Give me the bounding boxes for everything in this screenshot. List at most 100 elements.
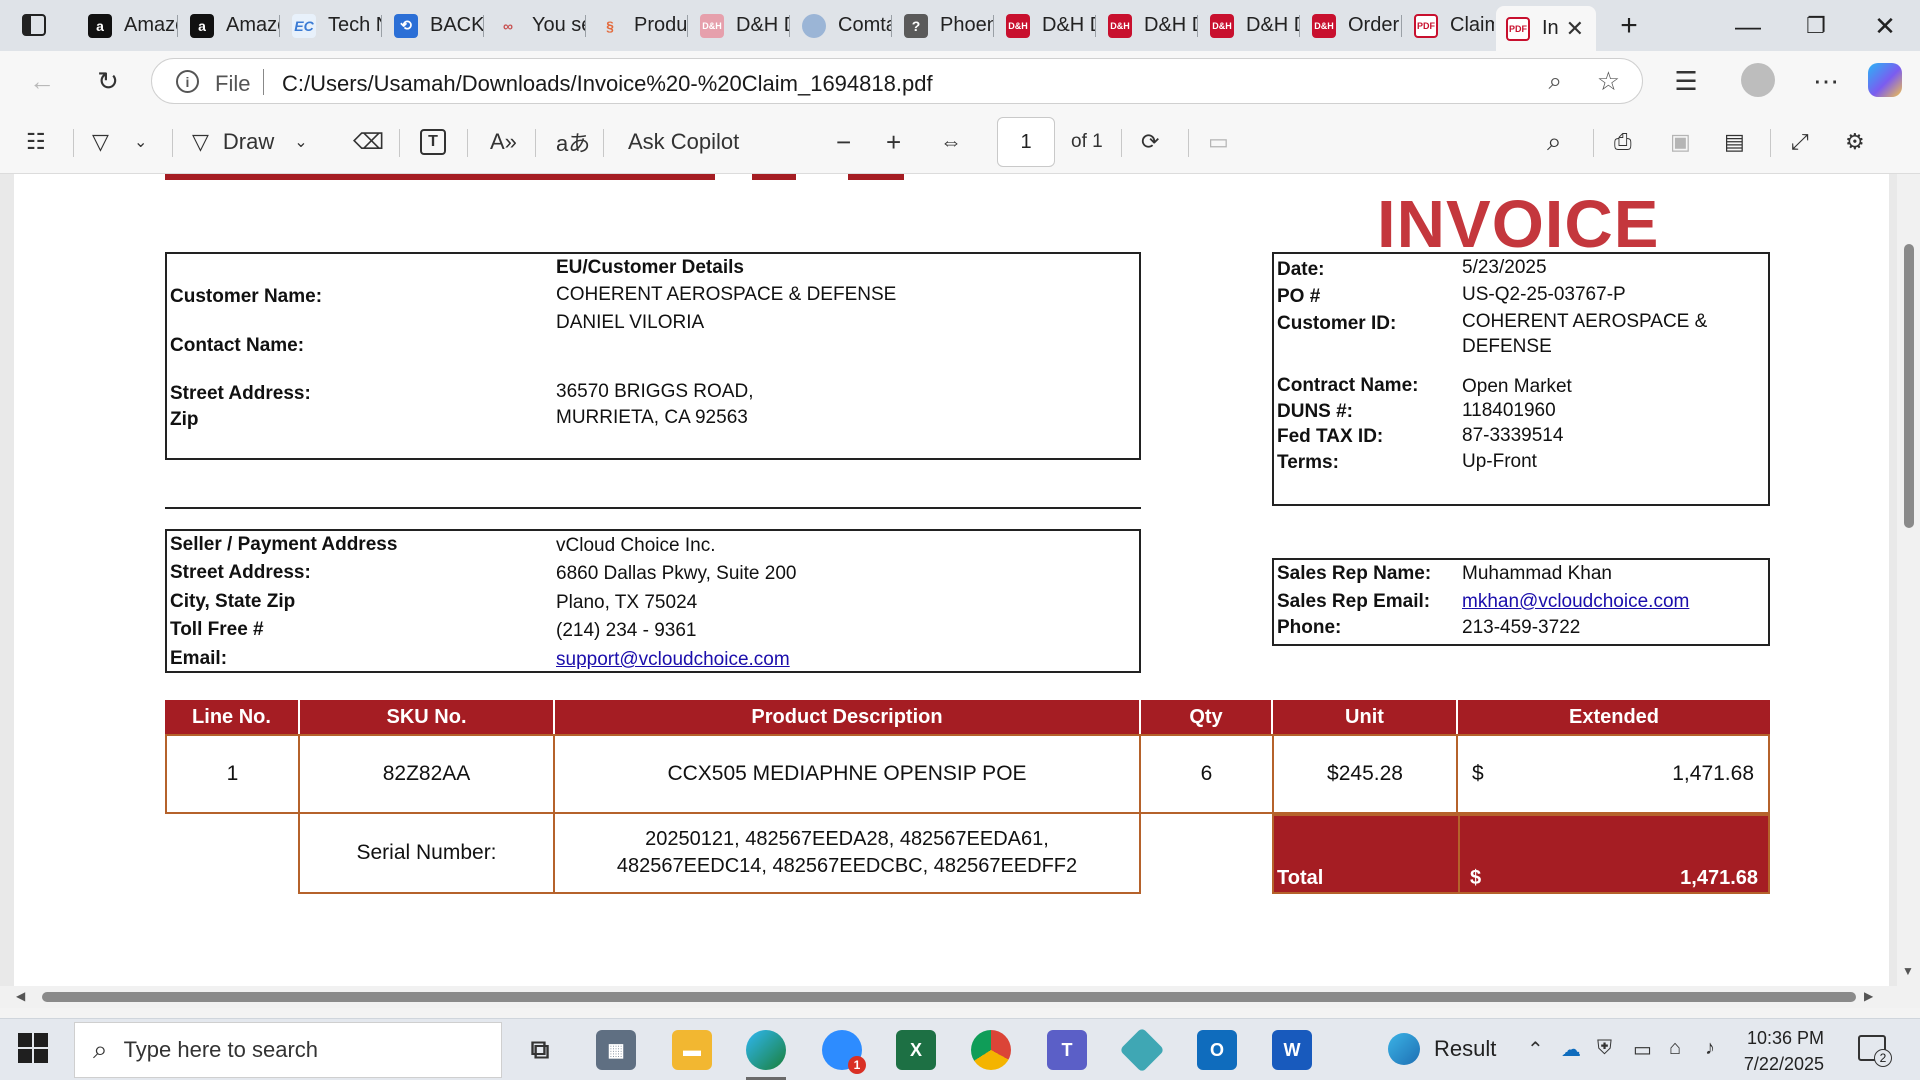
scroll-left-arrow[interactable]: ◀ [16, 989, 25, 1003]
restore-button[interactable]: ❐ [1787, 6, 1845, 46]
phoenix-icon: ? [904, 13, 928, 38]
copilot-icon[interactable] [1868, 63, 1902, 97]
network-icon[interactable]: ⌂ [1669, 1037, 1681, 1060]
back-button[interactable]: ← [22, 61, 62, 101]
total-currency: $ [1470, 867, 1482, 889]
fullscreen-icon[interactable]: ⤢ [1791, 125, 1809, 159]
tab-tech[interactable]: ECTech N [282, 6, 382, 45]
tab-order[interactable]: D&H Order [1302, 6, 1402, 45]
horizontal-scrollbar[interactable]: ◀ ▶ [0, 986, 1897, 1008]
tab-amazon-1[interactable]: aAmazo [78, 6, 178, 45]
tab-dh-1[interactable]: D&HD&H D [690, 6, 790, 45]
teams-icon[interactable]: T [1047, 1030, 1087, 1070]
highlight-icon[interactable]: ▽ [92, 125, 109, 159]
tab-amazon-2[interactable]: aAmazo [180, 6, 280, 45]
read-aloud-icon[interactable]: A» [490, 125, 517, 159]
fit-width-icon[interactable]: ⇔ [940, 125, 962, 159]
horizontal-scroll-thumb[interactable] [42, 992, 1856, 1002]
sales-rep-email-link[interactable]: mkhan@vcloudchoice.com [1462, 591, 1689, 613]
more-menu-icon[interactable]: ⋯ [1806, 61, 1846, 101]
people-icon: ∞ [503, 17, 513, 34]
tab-claim[interactable]: PDF Claim [1404, 6, 1494, 45]
save-as-icon[interactable]: ▤ [1724, 125, 1745, 159]
close-window-button[interactable]: ✕ [1856, 6, 1914, 46]
vertical-scroll-thumb[interactable] [1904, 244, 1914, 528]
task-view-icon[interactable]: ⧉ [520, 1030, 560, 1070]
cell-qty: 6 [1139, 734, 1274, 814]
url-scheme: File [215, 71, 251, 96]
windows-start-icon[interactable] [18, 1033, 50, 1065]
refresh-button[interactable]: ↻ [88, 61, 128, 101]
pdf-page: INVOICE EU/Customer Details Customer Nam… [14, 174, 1889, 986]
city-state-zip: MURRIETA, CA 92563 [556, 407, 748, 428]
onedrive-icon[interactable]: ☁ [1561, 1037, 1581, 1062]
excel-icon[interactable]: X [896, 1030, 936, 1070]
zoom-out-button[interactable]: − [836, 125, 851, 159]
sales-rep-box: Sales Rep Name: Muhammad Khan Sales Rep … [1272, 558, 1770, 646]
weather-widget[interactable]: Result [1388, 1033, 1496, 1065]
tab-you-se[interactable]: ∞You se [486, 6, 586, 45]
chrome-icon[interactable] [971, 1030, 1011, 1070]
ask-copilot-button[interactable]: Ask Copilot [628, 125, 739, 159]
app-diamond-icon[interactable] [1119, 1027, 1165, 1073]
print-icon[interactable]: ⎙ [1614, 125, 1632, 159]
scroll-right-arrow[interactable]: ▶ [1864, 989, 1873, 1003]
duns-label: DUNS #: [1277, 401, 1354, 422]
minimize-button[interactable]: — [1719, 6, 1777, 46]
show-hidden-icons[interactable]: ⌃ [1527, 1037, 1544, 1062]
battery-icon[interactable]: ▭ [1633, 1037, 1652, 1062]
volume-icon[interactable]: ♪ [1705, 1037, 1715, 1060]
text-box-icon[interactable]: T [420, 129, 446, 155]
vertical-scrollbar[interactable]: ▲ ▼ [1897, 174, 1920, 1008]
eraser-icon[interactable]: ⌫ [353, 125, 384, 159]
tab-comta[interactable]: Comta [792, 6, 892, 45]
tab-produ[interactable]: § Produ [588, 6, 688, 45]
url-text[interactable]: C:/Users/Usamah/Downloads/Invoice%20-%20… [282, 71, 933, 97]
tab-dh-3[interactable]: D&HD&H D [1098, 6, 1198, 45]
save-icon[interactable]: ▣ [1670, 125, 1691, 159]
file-explorer-icon[interactable]: ▬ [672, 1030, 712, 1070]
close-tab-icon[interactable]: ✕ [1566, 16, 1584, 42]
favorite-star-icon[interactable]: ☆ [1597, 66, 1620, 97]
notification-center-icon[interactable]: 2 [1858, 1035, 1892, 1067]
zoom-in-button[interactable]: + [886, 125, 901, 159]
contents-icon[interactable]: ☷ [26, 125, 46, 159]
seller-name: vCloud Choice Inc. [556, 535, 716, 556]
edge-browser-icon[interactable] [746, 1030, 786, 1070]
seller-email-link[interactable]: support@vcloudchoice.com [556, 649, 790, 671]
workspaces-icon[interactable] [22, 14, 46, 36]
seller-city: Plano, TX 75024 [556, 592, 698, 613]
scroll-down-arrow[interactable]: ▼ [1902, 964, 1914, 978]
taskbar-search-box[interactable]: ⌕ Type here to search [74, 1022, 502, 1078]
word-icon[interactable]: W [1272, 1030, 1312, 1070]
favorites-icon[interactable]: ☰ [1666, 61, 1706, 101]
address-bar-row: ← ↻ i File C:/Users/Usamah/Downloads/Inv… [0, 51, 1920, 111]
zoom-out-icon[interactable]: ⌕ [1549, 68, 1562, 96]
security-icon[interactable]: ⛨ [1597, 1037, 1612, 1060]
tab-back[interactable]: ⟲BACK- [384, 6, 484, 45]
new-tab-button[interactable]: + [1600, 6, 1658, 46]
draw-button[interactable]: ▽ Draw ⌄ [192, 125, 308, 159]
info-icon[interactable]: i [176, 70, 199, 93]
rotate-icon[interactable]: ⟳ [1141, 125, 1159, 159]
profile-avatar[interactable] [1741, 63, 1775, 97]
page-number-input[interactable]: 1 [997, 117, 1055, 167]
calculator-icon[interactable]: ▦ [596, 1030, 636, 1070]
tab-dh-4[interactable]: D&HD&H D [1200, 6, 1300, 45]
draw-dropdown-icon[interactable]: ⌄ [294, 132, 307, 152]
highlight-dropdown-icon[interactable]: ⌄ [134, 125, 147, 159]
search-icon[interactable]: ⌕ [1547, 125, 1562, 159]
outlook-icon[interactable]: O [1197, 1030, 1237, 1070]
zoom-app-icon[interactable]: 1 [822, 1030, 866, 1074]
translate-icon[interactable]: aあ [556, 125, 590, 159]
settings-gear-icon[interactable]: ⚙ [1845, 125, 1865, 159]
system-clock[interactable]: 10:36 PM 7/22/2025 [1720, 1025, 1824, 1077]
page-view-icon[interactable]: ▭ [1208, 125, 1229, 159]
po-label: PO # [1277, 286, 1321, 307]
tab-dh-2[interactable]: D&HD&H D [996, 6, 1096, 45]
address-bar[interactable]: i File C:/Users/Usamah/Downloads/Invoice… [151, 58, 1643, 104]
tab-invoice-active[interactable]: PDF In ✕ [1496, 6, 1596, 51]
tab-phoen[interactable]: ? Phoen [894, 6, 994, 45]
customer-details-box: EU/Customer Details Customer Name: COHER… [165, 252, 1141, 460]
total-label: Total [1277, 867, 1324, 889]
